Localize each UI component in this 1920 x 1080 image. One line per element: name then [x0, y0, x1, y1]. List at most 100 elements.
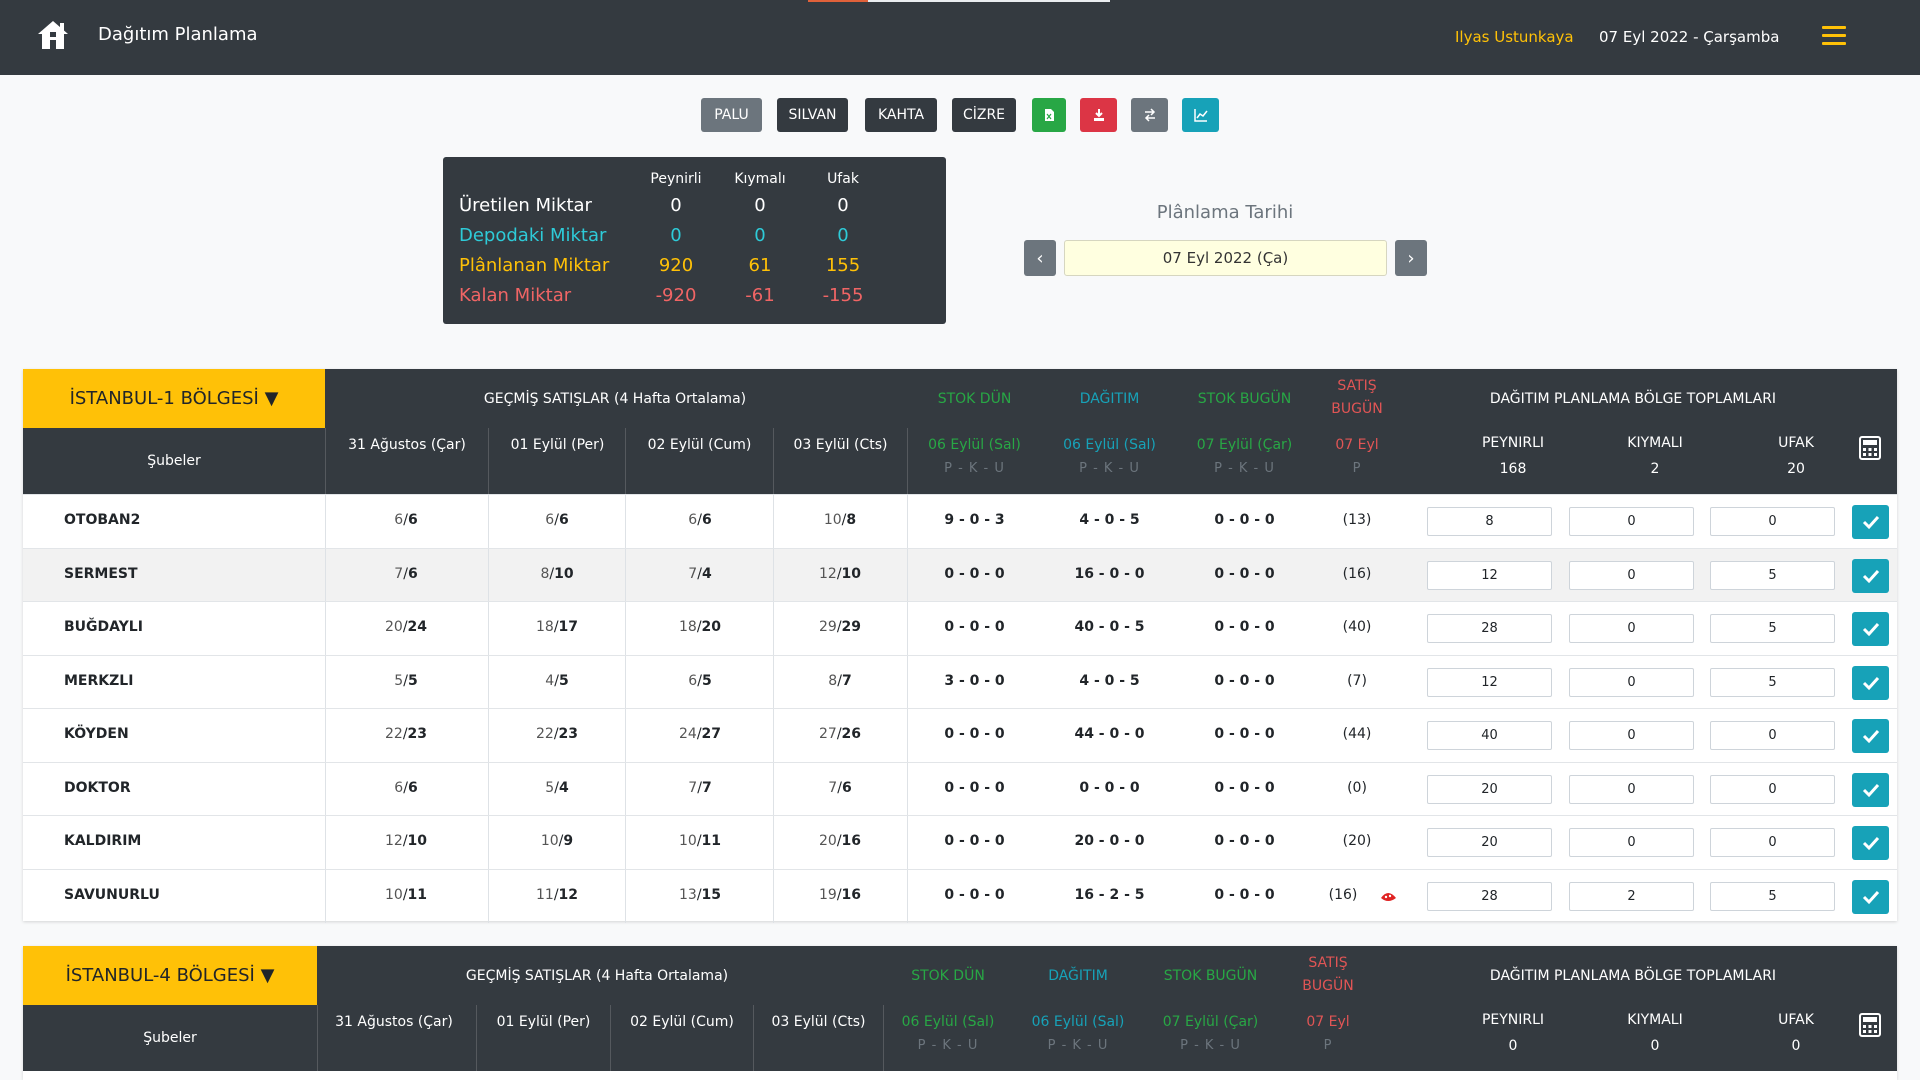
past-sales-actual: 8	[846, 512, 857, 528]
confirm-button[interactable]	[1852, 826, 1889, 860]
kiymali-input[interactable]	[1569, 614, 1694, 643]
ufak-input[interactable]	[1710, 560, 1835, 590]
current-date: 07 Eyl 2022 - Çarşamba	[1599, 28, 1780, 46]
kiymali-input[interactable]	[1569, 828, 1694, 857]
kiymali-input[interactable]	[1569, 774, 1694, 804]
summary-value: 920	[658, 255, 694, 276]
satis-bugun-value: (16)	[1328, 886, 1358, 903]
stok-dun-date: 06 Eylül (Sal)	[901, 1014, 995, 1030]
peynirli-input[interactable]	[1427, 774, 1552, 804]
past-sales-avg: 5	[394, 672, 404, 689]
summary-row-label: Kalan Miktar	[459, 285, 572, 306]
region-header: İSTANBUL-4 BÖLGESİ ▼ GEÇMİŞ SATIŞLAR (4 …	[23, 946, 1897, 1071]
dagitim-header: DAĞITIM	[1048, 968, 1108, 984]
planning-date-label: Plânlama Tarihi	[1156, 202, 1294, 223]
peynirli-input[interactable]	[1427, 614, 1552, 643]
satis-bugun-value: (7)	[1347, 672, 1367, 689]
confirm-button[interactable]	[1852, 505, 1889, 539]
total-value: 20	[1787, 461, 1805, 477]
previous-date-button[interactable]: ‹	[1024, 240, 1056, 276]
summary-value: 61	[748, 255, 772, 276]
ufak-input[interactable]	[1710, 507, 1835, 536]
kiymali-input[interactable]	[1569, 560, 1694, 590]
ufak-input[interactable]	[1710, 614, 1835, 643]
past-sales-cell: 20/16	[818, 833, 862, 849]
ufak-input[interactable]	[1710, 774, 1835, 804]
download-button[interactable]	[1080, 98, 1117, 132]
kiymali-input[interactable]	[1569, 721, 1694, 750]
summary-value: -920	[655, 285, 697, 306]
pku-label: P - K - U	[917, 1038, 979, 1053]
past-sales-avg: 10	[540, 833, 559, 849]
past-sales-cell: 13/15	[678, 886, 722, 903]
past-sales-actual: 6	[558, 512, 569, 528]
past-sales-actual: 5	[701, 672, 712, 689]
peynirli-input[interactable]	[1427, 721, 1552, 750]
total-label: KIYMALI	[1627, 1012, 1683, 1028]
calculator-icon[interactable]	[1859, 1013, 1881, 1037]
peynirli-input[interactable]	[1427, 667, 1552, 697]
table-row: DOKTOR 6/6 5/4 7/7 7/6 0 - 0 - 0 0 - 0 - 0 0 - …	[23, 761, 1897, 816]
total-value: 0	[1508, 1038, 1518, 1054]
branch-name: KÖYDEN	[64, 726, 129, 742]
stok-dun-value: 9 - 0 - 3	[944, 512, 1005, 528]
palu-button[interactable]: PALU	[701, 98, 762, 132]
production-summary: Peynirli Kıymalı Ufak Üretilen Miktar 0 …	[443, 157, 946, 324]
transfer-button[interactable]	[1131, 98, 1168, 132]
dagitim-value: 16 - 2 - 5	[1074, 886, 1145, 903]
ufak-input[interactable]	[1710, 667, 1835, 697]
summary-col-header: Ufak	[827, 171, 859, 187]
total-label: PEYNIRLI	[1481, 435, 1545, 451]
past-sales-cell: 22/23	[384, 726, 428, 742]
total-label: PEYNIRLI	[1481, 1012, 1545, 1028]
past-sales-cell: 10/8	[823, 512, 857, 528]
cizre-button[interactable]: CİZRE	[952, 98, 1016, 132]
peynirli-input[interactable]	[1427, 881, 1552, 911]
peynirli-input[interactable]	[1427, 560, 1552, 590]
pku-label: P - K - U	[1214, 461, 1275, 476]
hamburger-menu-icon[interactable]	[1822, 26, 1846, 46]
stok-dun-header: STOK DÜN	[937, 391, 1012, 407]
kiymali-input[interactable]	[1569, 881, 1694, 911]
stok-dun-value: 0 - 0 - 0	[944, 619, 1005, 635]
user-name[interactable]: Ilyas Ustunkaya	[1455, 28, 1574, 46]
calculator-icon[interactable]	[1859, 436, 1881, 460]
planning-date-input[interactable]: 07 Eyl 2022 (Ça)	[1064, 240, 1387, 276]
confirm-button[interactable]	[1852, 665, 1889, 700]
column-divider	[488, 869, 489, 923]
peynirli-input[interactable]	[1427, 828, 1552, 857]
confirm-button[interactable]	[1852, 719, 1889, 753]
chart-button[interactable]	[1182, 98, 1219, 132]
ufak-input[interactable]	[1710, 828, 1835, 857]
confirm-button[interactable]	[1852, 772, 1889, 807]
past-sales-cell: 12/10	[384, 833, 428, 849]
ufak-input[interactable]	[1710, 881, 1835, 911]
kiymali-input[interactable]	[1569, 507, 1694, 536]
past-sales-actual: 10	[841, 565, 862, 582]
past-sales-actual: 6	[841, 779, 852, 796]
region-title-dropdown[interactable]: İSTANBUL-1 BÖLGESİ ▼	[23, 369, 325, 428]
column-divider	[773, 495, 774, 548]
excel-button[interactable]	[1032, 98, 1066, 132]
region-title-dropdown[interactable]: İSTANBUL-4 BÖLGESİ ▼	[23, 946, 317, 1005]
summary-value: 0	[670, 225, 682, 246]
home-icon[interactable]	[36, 18, 70, 52]
summary-value: -155	[822, 285, 864, 306]
ufak-input[interactable]	[1710, 721, 1835, 750]
past-sales-avg: 18	[535, 619, 554, 635]
past-sales-actual: 6	[701, 512, 712, 528]
past-sales-cell: 18/20	[678, 619, 722, 635]
past-sales-actual: 16	[841, 886, 862, 903]
kiymali-input[interactable]	[1569, 667, 1694, 697]
confirm-button[interactable]	[1852, 612, 1889, 646]
next-date-button[interactable]: ›	[1395, 240, 1427, 276]
confirm-button[interactable]	[1852, 879, 1889, 914]
table-row: KÖYDEN 22/23 22/23 24/27 27/26 0 - 0 - 0 44 - …	[23, 708, 1897, 762]
past-sales-actual: 27	[701, 726, 722, 742]
silvan-button[interactable]: SILVAN	[777, 98, 848, 132]
past-sales-cell: 10/11	[678, 833, 722, 849]
past-sales-avg: 6	[394, 779, 404, 796]
confirm-button[interactable]	[1852, 558, 1889, 593]
kahta-button[interactable]: KAHTA	[865, 98, 937, 132]
peynirli-input[interactable]	[1427, 507, 1552, 536]
